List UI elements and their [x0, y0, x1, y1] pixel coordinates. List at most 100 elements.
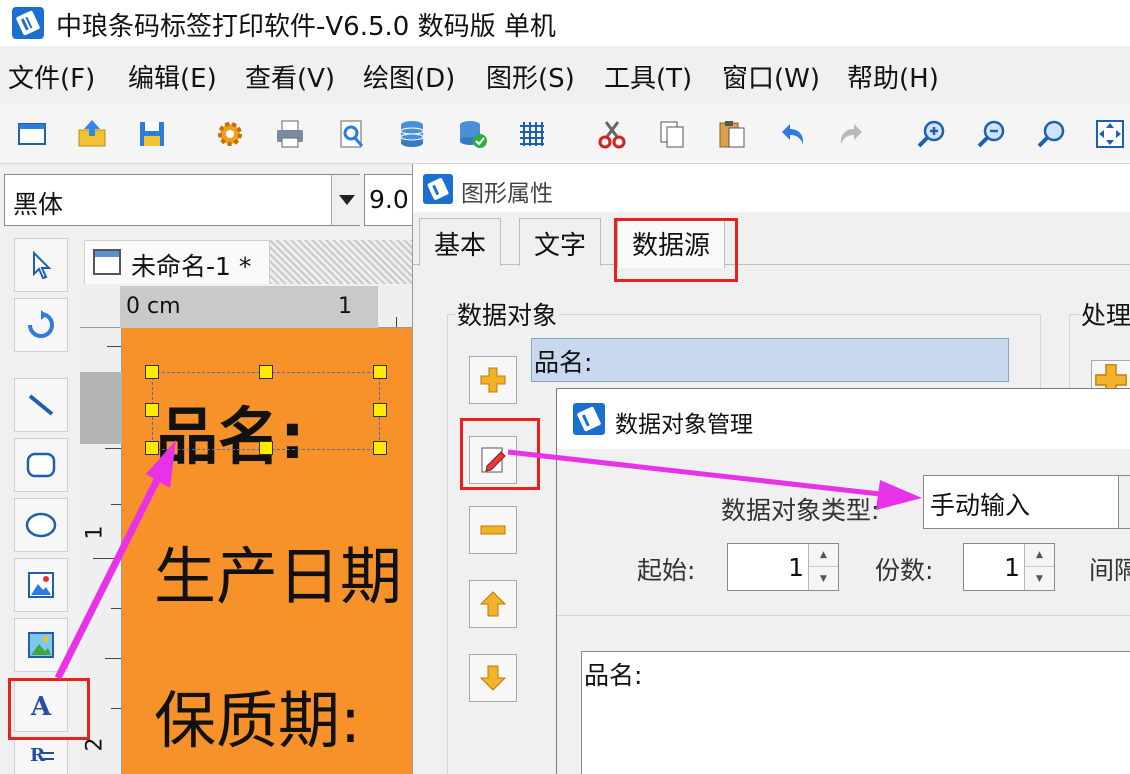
- menu-shape[interactable]: 图形(S): [486, 58, 575, 95]
- ruler-v-mark-1: 1: [82, 525, 108, 540]
- fit-icon[interactable]: [1092, 116, 1128, 152]
- copies-value: 1: [1004, 553, 1020, 582]
- undo-icon[interactable]: [774, 116, 810, 152]
- ruler-mark-label: 1: [338, 294, 352, 319]
- select-pointer-icon[interactable]: [14, 238, 68, 292]
- zoom-in-icon[interactable]: [914, 116, 950, 152]
- font-name-value: 黑体: [13, 190, 64, 219]
- highlight-text-tool: [8, 678, 90, 740]
- ruler-selection-shade-vertical: [80, 372, 122, 444]
- tab-bar-background: [270, 240, 412, 284]
- tab-basic[interactable]: 基本: [419, 218, 502, 266]
- redo-icon[interactable]: [834, 116, 870, 152]
- start-value: 1: [788, 553, 804, 582]
- add-button[interactable]: [469, 356, 517, 404]
- zoom-out-icon[interactable]: [974, 116, 1010, 152]
- image-tool-icon[interactable]: [14, 558, 68, 612]
- print-icon[interactable]: [272, 116, 308, 152]
- selection-box: [152, 372, 380, 450]
- list-item[interactable]: 品名:: [534, 343, 592, 379]
- grid-icon[interactable]: [514, 116, 550, 152]
- data-object-list[interactable]: 品名:: [531, 338, 1009, 382]
- toolbar: [0, 104, 1130, 164]
- dialog-title-bar: 数据对象管理: [557, 389, 1130, 449]
- app-logo-icon: [573, 403, 605, 435]
- new-icon[interactable]: [14, 116, 50, 152]
- ruler-unit-label: 0 cm: [126, 294, 181, 319]
- document-tab-label: 未命名-1 *: [131, 252, 252, 281]
- data-object-type-value: 手动输入: [930, 491, 1031, 520]
- data-object-type-label: 数据对象类型:: [721, 496, 880, 525]
- window-title: 中琅条码标签打印软件-V6.5.0 数码版 单机: [56, 12, 556, 42]
- label-text-production-date[interactable]: 生产日期: [154, 526, 402, 616]
- resize-handle[interactable]: [145, 403, 159, 417]
- stepper-down-icon[interactable]: ▼: [809, 567, 838, 590]
- menu-help[interactable]: 帮助(H): [847, 58, 939, 95]
- document-tab[interactable]: 未命名-1 *: [84, 240, 270, 284]
- ellipse-tool-icon[interactable]: [14, 498, 68, 552]
- font-name-select[interactable]: 黑体: [4, 174, 361, 226]
- settings-gear-icon[interactable]: [212, 116, 248, 152]
- tab-text[interactable]: 文字: [519, 218, 602, 266]
- dialog-title: 数据对象管理: [615, 412, 753, 438]
- database-icon[interactable]: [394, 116, 430, 152]
- resize-handle[interactable]: [373, 365, 387, 379]
- highlight-edit-button: [460, 418, 540, 490]
- remove-button[interactable]: [469, 506, 517, 554]
- window-icon: [93, 249, 121, 275]
- rotate-icon[interactable]: [14, 298, 68, 352]
- chevron-down-icon[interactable]: [1118, 476, 1130, 528]
- copies-stepper[interactable]: 1 ▲ ▼: [963, 543, 1055, 591]
- zoom-icon[interactable]: [1034, 116, 1070, 152]
- menu-tools[interactable]: 工具(T): [604, 58, 692, 95]
- stepper-up-icon[interactable]: ▲: [809, 544, 838, 567]
- menu-draw[interactable]: 绘图(D): [363, 58, 455, 95]
- chevron-down-icon[interactable]: [331, 175, 361, 225]
- resize-handle[interactable]: [145, 365, 159, 379]
- app-logo-icon: [423, 174, 453, 204]
- resize-handle[interactable]: [373, 441, 387, 455]
- data-content-textarea[interactable]: 品名:: [581, 651, 1130, 774]
- highlight-data-source-tab: [614, 218, 738, 282]
- resize-handle[interactable]: [259, 441, 273, 455]
- label-canvas[interactable]: 品名: 生产日期 保质期:: [122, 328, 412, 774]
- resize-handle[interactable]: [373, 403, 387, 417]
- process-group-label: 处理: [1079, 296, 1130, 332]
- menu-file[interactable]: 文件(F): [8, 58, 95, 95]
- picture-tool-icon[interactable]: [14, 618, 68, 672]
- start-label: 起始:: [637, 556, 696, 585]
- stepper-down-icon[interactable]: ▼: [1025, 567, 1054, 590]
- menu-view[interactable]: 查看(V): [245, 58, 335, 95]
- copies-label: 份数:: [875, 556, 934, 585]
- copy-icon[interactable]: [654, 116, 690, 152]
- line-tool-icon[interactable]: [14, 378, 68, 432]
- dialog-title: 图形属性: [461, 181, 553, 207]
- paste-icon[interactable]: [714, 116, 750, 152]
- menu-bar: 文件(F) 编辑(E) 查看(V) 绘图(D) 图形(S) 工具(T) 窗口(W…: [0, 56, 1130, 100]
- title-bar: 中琅条码标签打印软件-V6.5.0 数码版 单机: [0, 0, 1130, 46]
- svg-text:R: R: [30, 745, 46, 766]
- app-logo-icon: [12, 7, 44, 39]
- save-icon[interactable]: [134, 116, 170, 152]
- menu-window[interactable]: 窗口(W): [722, 58, 820, 95]
- data-object-type-select[interactable]: 手动输入: [923, 475, 1130, 529]
- label-text-shelf-life[interactable]: 保质期:: [154, 670, 361, 760]
- resize-handle[interactable]: [259, 365, 273, 379]
- resize-handle[interactable]: [145, 441, 159, 455]
- open-icon[interactable]: [74, 116, 110, 152]
- print-preview-icon[interactable]: [334, 116, 370, 152]
- data-content-text: 品名:: [584, 661, 643, 690]
- cut-icon[interactable]: [594, 116, 630, 152]
- data-object-group-label: 数据对象: [455, 296, 560, 332]
- stepper-up-icon[interactable]: ▲: [1025, 544, 1054, 567]
- database-connect-icon[interactable]: [454, 116, 490, 152]
- multiline-text-tool-icon[interactable]: R: [14, 738, 68, 774]
- start-stepper[interactable]: 1 ▲ ▼: [727, 543, 839, 591]
- move-up-button[interactable]: [469, 580, 517, 628]
- rounded-rect-tool-icon[interactable]: [14, 438, 68, 492]
- dialog-title-bar: 图形属性: [413, 164, 1130, 212]
- interval-label: 间隔: [1089, 556, 1130, 585]
- move-down-button[interactable]: [469, 654, 517, 702]
- menu-edit[interactable]: 编辑(E): [128, 58, 217, 95]
- divider: [557, 615, 1130, 616]
